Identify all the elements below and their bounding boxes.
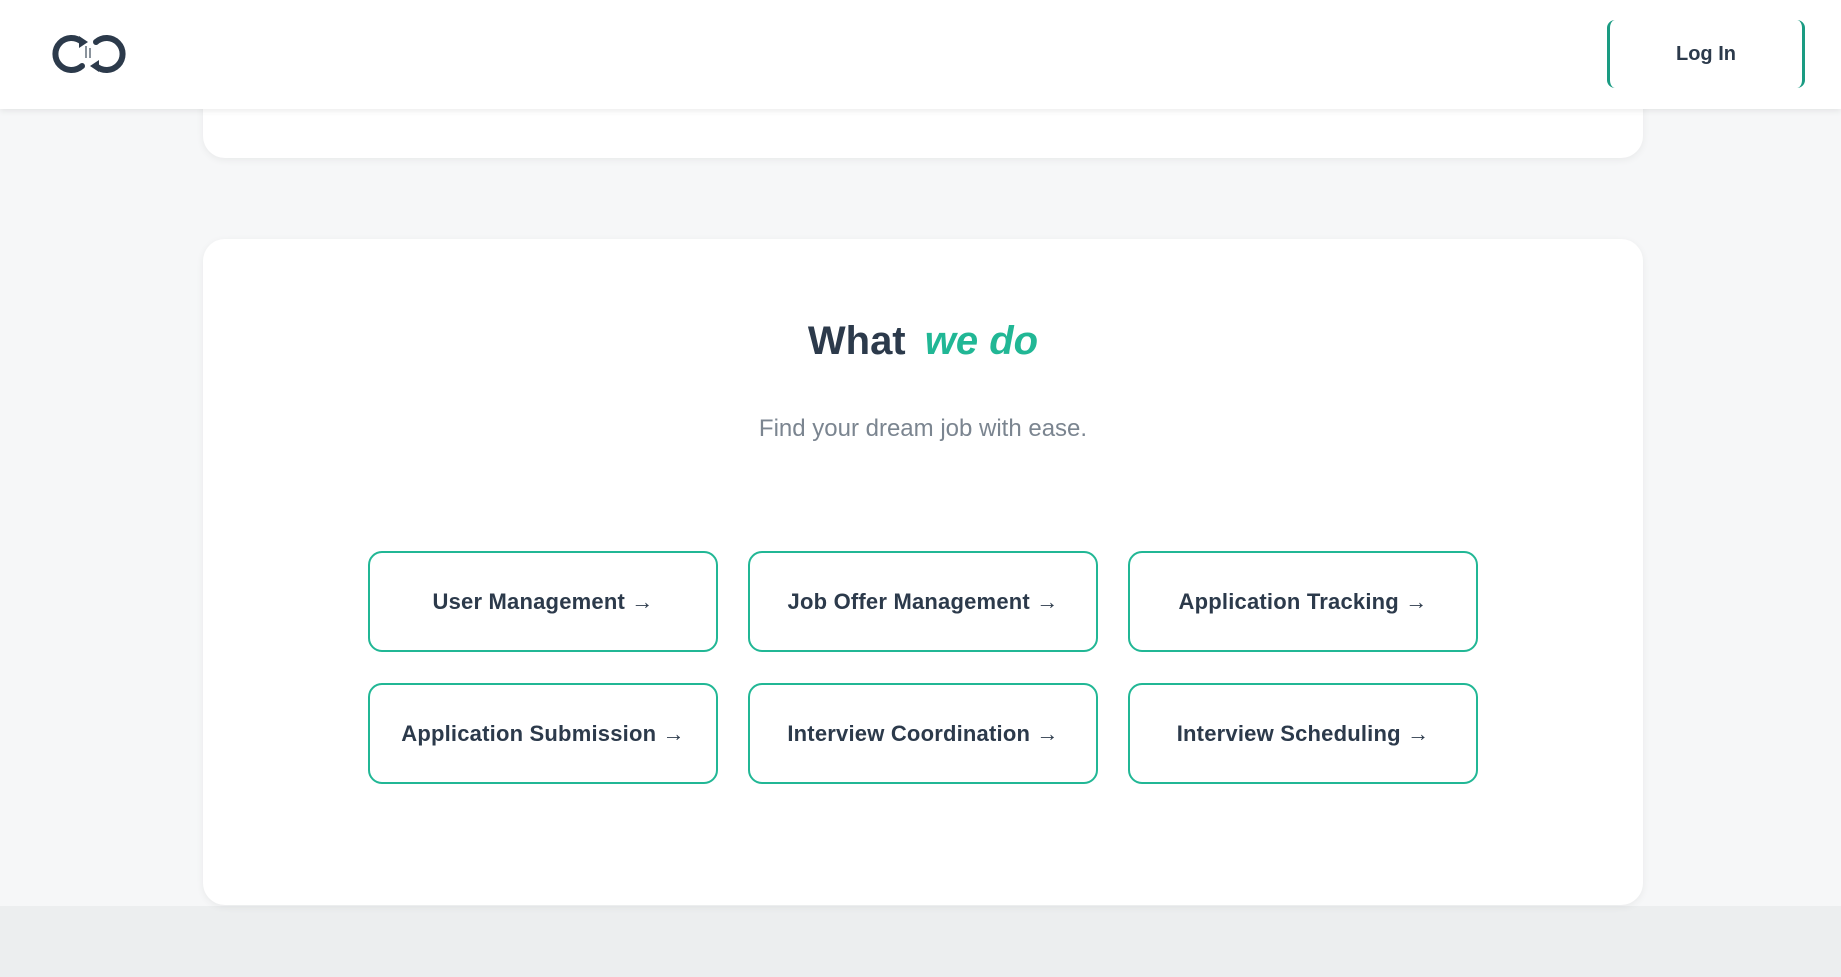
what-we-do-section: What we do Find your dream job with ease… xyxy=(203,239,1643,905)
footer-band xyxy=(0,906,1841,977)
service-application-submission-button[interactable]: Application Submission → xyxy=(368,683,718,784)
section-title-main: What xyxy=(807,319,906,363)
section-title: What we do xyxy=(203,319,1643,364)
service-application-tracking-button[interactable]: Application Tracking → xyxy=(1128,551,1478,652)
service-interview-scheduling-button[interactable]: Interview Scheduling → xyxy=(1128,683,1478,784)
service-job-offer-management-button[interactable]: Job Offer Management → xyxy=(748,551,1098,652)
section-subtitle: Find your dream job with ease. xyxy=(758,415,1088,442)
section-title-accent: we do xyxy=(924,319,1039,363)
brand-logo-icon[interactable] xyxy=(52,32,126,76)
login-button[interactable]: Log In xyxy=(1607,20,1805,88)
service-user-management-button[interactable]: User Management → xyxy=(368,551,718,652)
services-grid: User Management → Job Offer Management →… xyxy=(368,551,1480,784)
top-navbar: Log In xyxy=(0,0,1841,109)
service-interview-coordination-button[interactable]: Interview Coordination → xyxy=(748,683,1098,784)
